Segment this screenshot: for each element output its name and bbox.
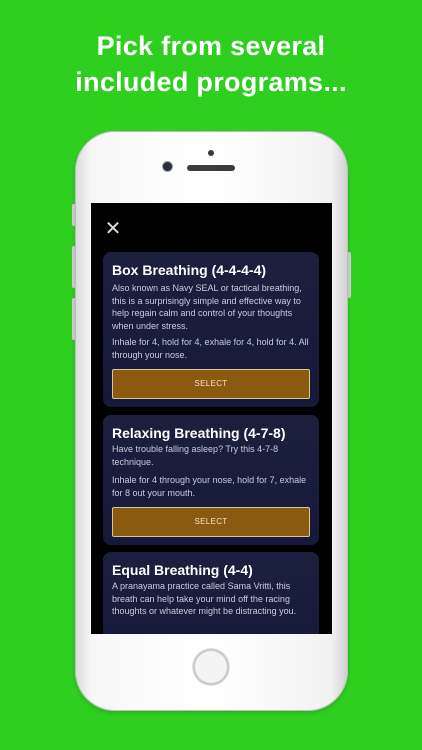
headline-line-2: included programs... (75, 67, 347, 97)
program-card-relaxing-breathing: Relaxing Breathing (4-7-8) Have trouble … (103, 415, 319, 545)
home-button (193, 649, 229, 685)
program-title: Relaxing Breathing (4-7-8) (112, 425, 286, 441)
program-title: Equal Breathing (4-4) (112, 562, 253, 578)
close-icon[interactable]: ✕ (104, 219, 122, 239)
program-description: A pranayama practice called Sama Vritti,… (112, 581, 297, 616)
program-instructions: Inhale for 4 through your nose, hold for… (112, 475, 307, 498)
headline: Pick from several included programs... (0, 28, 422, 100)
headline-line-1: Pick from several (96, 31, 326, 61)
app-screen: ✕ Box Breathing (4-4-4-4) Also known as … (91, 203, 332, 634)
program-description: Have trouble falling asleep? Try this 4-… (112, 444, 279, 467)
front-camera-icon (163, 162, 172, 171)
program-description: Also known as Navy SEAL or tactical brea… (112, 283, 302, 331)
program-card-equal-breathing: Equal Breathing (4-4) A pranayama practi… (103, 552, 319, 634)
select-button[interactable]: SELECT (112, 507, 310, 537)
select-button[interactable]: SELECT (112, 369, 310, 399)
proximity-sensor (208, 150, 214, 156)
earpiece-speaker (187, 165, 235, 171)
program-card-box-breathing: Box Breathing (4-4-4-4) Also known as Na… (103, 252, 319, 407)
program-title: Box Breathing (4-4-4-4) (112, 262, 267, 278)
program-instructions: Inhale for 4, hold for 4, exhale for 4, … (112, 337, 309, 360)
